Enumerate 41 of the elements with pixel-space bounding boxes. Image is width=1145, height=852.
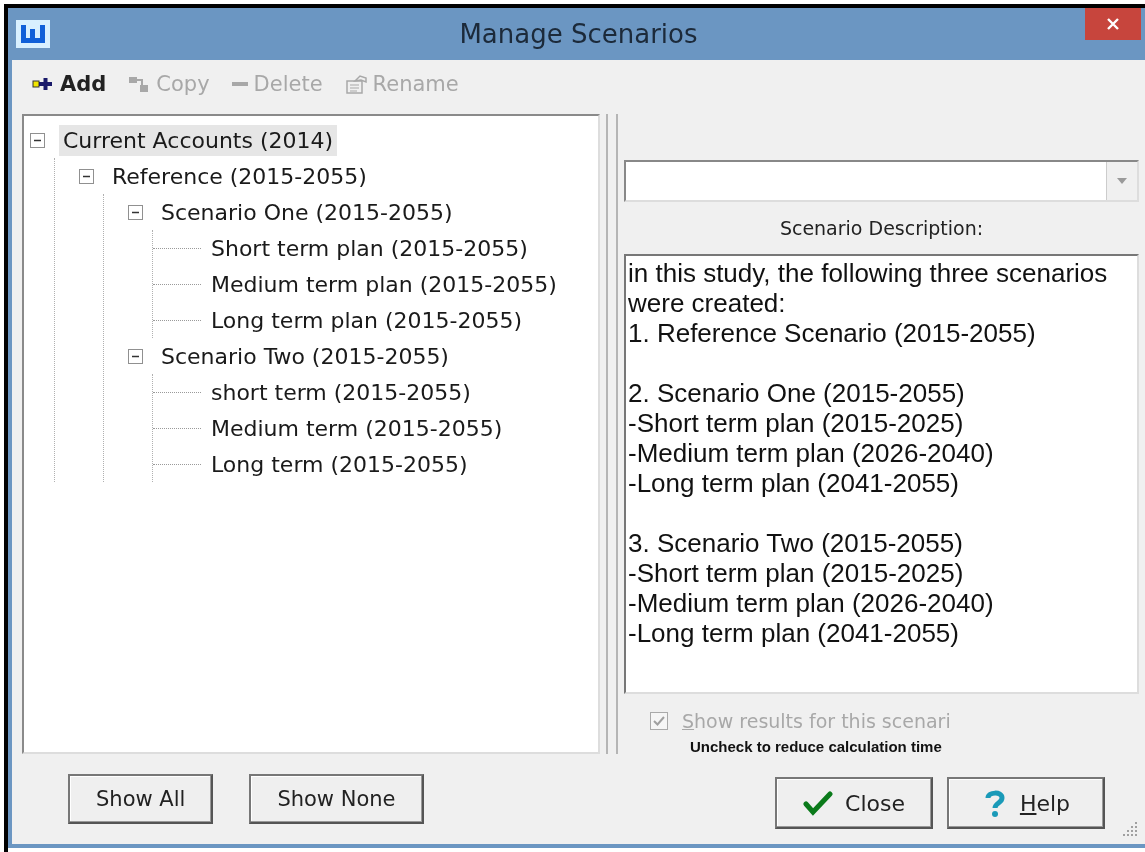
tree-item[interactable]: Long term (2015-2055): [207, 448, 472, 480]
tree-item[interactable]: Scenario One (2015-2055): [157, 196, 457, 228]
tree-item[interactable]: short term (2015-2055): [207, 376, 475, 408]
dialog-button[interactable]: Show None: [249, 774, 424, 824]
expander-icon[interactable]: [30, 132, 45, 148]
description-field[interactable]: in this study, the following three scenarios were created: 1. Reference Scenario (2015-2055) 2. Scenario One (2015-2055) -Short term plan (2015-2025) -Medium term plan (2026-2040) -Long term plan (2041-2055) 3. Scenario Two (2015-2055) -Short term plan (2015-2025) -Medium term plan (2026-2040) -Long term plan (2041-2055): [624, 254, 1139, 694]
close-icon: [1105, 16, 1121, 32]
tree-item[interactable]: Short term plan (2015-2055): [207, 232, 532, 264]
close-button[interactable]: Close: [775, 777, 933, 829]
resize-grip-icon[interactable]: [1121, 820, 1139, 838]
add-icon: [32, 75, 54, 93]
dropdown-arrow-icon: [1116, 177, 1128, 185]
tree-item[interactable]: Reference (2015-2055): [108, 160, 371, 192]
toolbar-button[interactable]: Add: [28, 70, 111, 98]
checkmark-icon: [803, 789, 834, 817]
checkmark-icon: [652, 714, 666, 728]
copy-icon: [128, 75, 151, 93]
tree-connector: [153, 247, 201, 249]
tree-connector: [153, 283, 201, 285]
tree-item[interactable]: Scenario Two (2015-2055): [157, 340, 453, 372]
help-button[interactable]: Help: [947, 777, 1105, 829]
tree-connector: [153, 319, 201, 321]
close-button[interactable]: [1085, 8, 1141, 40]
tree-connector: [153, 427, 201, 429]
tree-connector: [153, 391, 201, 393]
app-icon: [16, 20, 50, 48]
tree-item[interactable]: Current Accounts (2014): [59, 124, 338, 156]
dialog-button[interactable]: Show All: [68, 774, 214, 824]
hint-text: Uncheck to reduce calculation time: [689, 737, 943, 755]
tree-connector: [153, 463, 201, 465]
form-icon: [344, 74, 367, 94]
expander-icon[interactable]: [79, 168, 94, 184]
expander-icon[interactable]: [128, 348, 143, 364]
window-title: Manage Scenarios: [459, 19, 698, 49]
tree-item[interactable]: Long term plan (2015-2055): [207, 304, 527, 336]
expander-icon[interactable]: [128, 204, 143, 220]
minus-icon: [231, 82, 248, 86]
tree-item[interactable]: Medium term (2015-2055): [207, 412, 507, 444]
scenario-dropdown[interactable]: [624, 160, 1139, 202]
description-label: Scenario Description:: [778, 216, 985, 241]
tree-item[interactable]: Medium term plan (2015-2055): [207, 268, 561, 300]
